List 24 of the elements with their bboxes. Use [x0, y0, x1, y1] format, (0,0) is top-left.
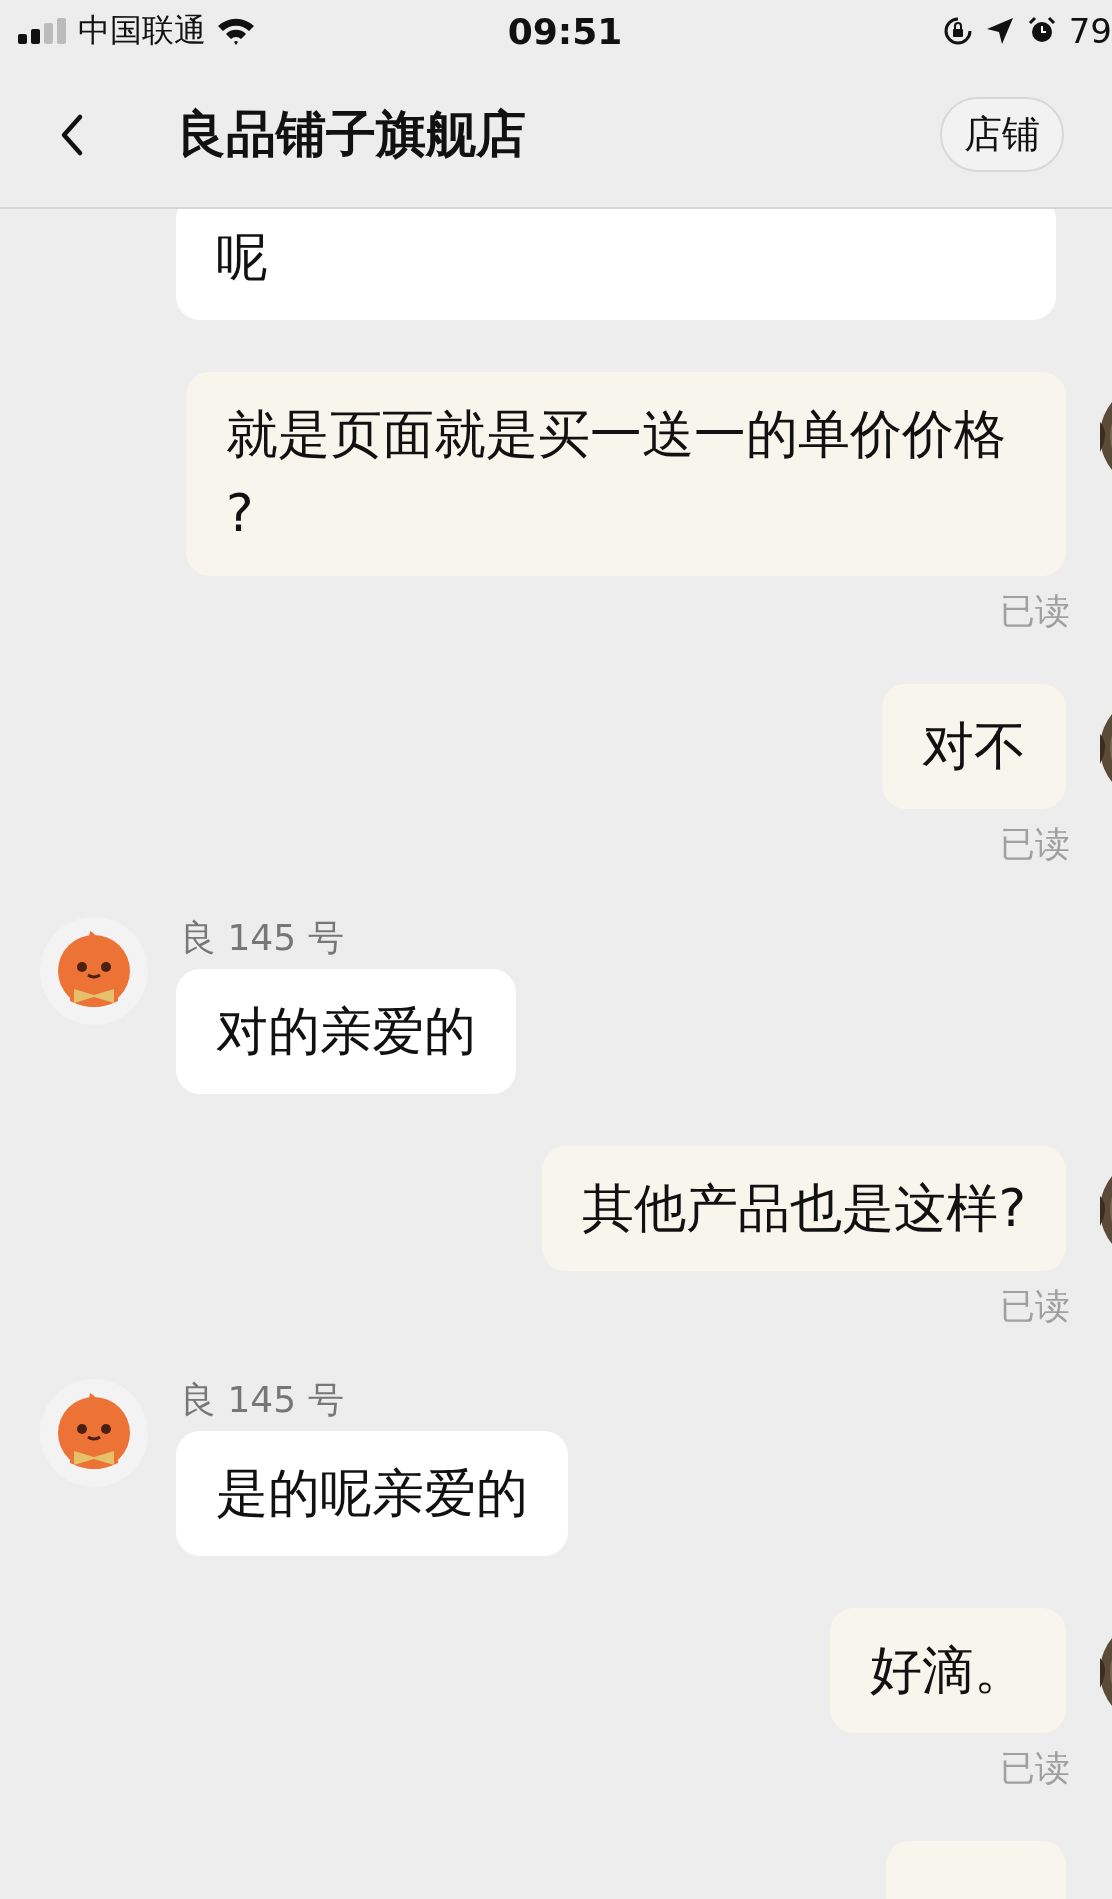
message-bubble: 就是页面就是买一送一的单价价格?	[186, 372, 1066, 576]
signal-icon	[18, 18, 68, 44]
message-bubble: 呢	[176, 209, 1056, 320]
chat-title: 良品铺子旗舰店	[176, 104, 527, 165]
message-bubble: 好滴。	[830, 1608, 1066, 1733]
pumpkin-avatar-icon	[40, 917, 148, 1025]
carrier-name: 中国联通	[78, 10, 206, 51]
sender-name: 良 145 号	[180, 1379, 344, 1421]
read-receipt: 已读	[1000, 1747, 1070, 1789]
read-receipt: 已读	[1000, 823, 1070, 865]
read-receipt: 已读	[1000, 590, 1070, 632]
message-bubble: 对不	[882, 684, 1066, 809]
sender-name: 良 145 号	[180, 917, 344, 959]
battery-percent: 79	[1068, 11, 1112, 51]
rotation-lock-icon	[942, 16, 973, 46]
message-bubble: 其他产品也是这样?	[542, 1146, 1066, 1271]
message-bubble: 是的呢亲爱的	[176, 1431, 568, 1556]
pumpkin-avatar-icon	[40, 1379, 148, 1487]
clock-time: 09:51	[507, 10, 623, 52]
message-bubble: 对的亲爱的	[176, 969, 516, 1094]
wifi-icon	[216, 16, 256, 46]
read-receipt: 已读	[1000, 1285, 1070, 1327]
shop-button[interactable]: 店铺	[940, 97, 1064, 172]
back-icon[interactable]	[60, 112, 84, 157]
